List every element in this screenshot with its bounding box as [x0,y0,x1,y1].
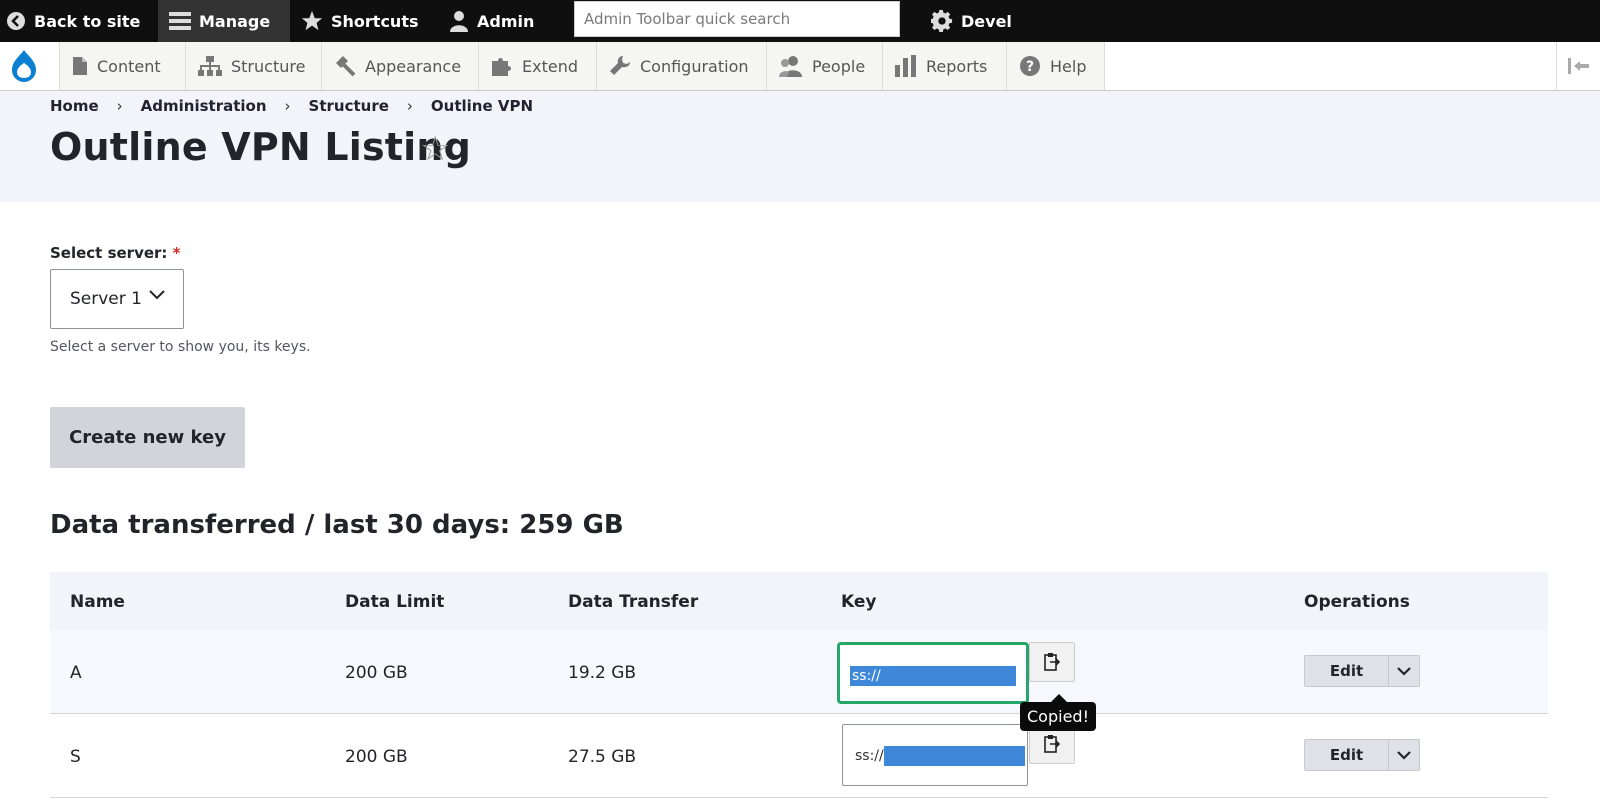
clipboard-icon [1044,653,1060,671]
puzzle-icon [492,58,511,76]
select-server-label-text: Select server: [50,244,168,262]
row-data-limit: 200 GB [345,747,408,767]
breadcrumb-structure[interactable]: Structure [309,97,389,115]
hamburger-icon [169,12,191,30]
svg-text:?: ? [1026,59,1034,75]
tray-item-label: Configuration [640,56,749,76]
row-data-limit: 200 GB [345,663,408,683]
key-field[interactable]: ss:// [842,724,1028,786]
chevron-left-circle-icon [7,12,25,30]
star-icon [301,10,323,31]
row-data-transfer: 27.5 GB [568,747,637,767]
file-icon [73,57,87,75]
tray-item-content[interactable]: Content [59,42,185,90]
key-field-focused[interactable]: ss:// [837,642,1029,704]
user-icon [450,11,468,32]
table-row: S 200 GB 27.5 GB ss:// Edit [50,714,1548,798]
required-marker: * [172,244,181,262]
row-name: S [70,747,81,767]
copy-key-button[interactable] [1029,642,1075,682]
shortcuts-tab[interactable]: Shortcuts [301,0,419,42]
clipboard-icon [1044,735,1060,753]
admin-user-tab[interactable]: Admin [449,0,534,42]
column-header-data-limit: Data Limit [345,592,445,612]
collapse-left-icon [1567,58,1589,74]
wrench-icon [610,56,630,75]
chevron-down-icon [1397,750,1411,760]
column-header-data-transfer: Data Transfer [568,592,699,612]
add-shortcut-star-icon[interactable]: ☆ [420,129,450,169]
key-selection-highlight [884,746,1025,766]
column-header-key: Key [841,592,877,612]
edit-button[interactable]: Edit [1305,656,1389,686]
tray-item-label: Appearance [365,56,462,76]
bar-chart-icon [895,55,916,77]
breadcrumb-separator: › [284,97,291,115]
tray-item-label: Extend [522,56,578,76]
tray-item-configuration[interactable]: Configuration [596,42,766,90]
breadcrumb: Home › Administration › Structure › Outl… [50,97,533,115]
tray-item-label: People [812,56,866,76]
breadcrumb-home[interactable]: Home [50,97,99,115]
devel-label: Devel [961,11,1012,31]
gear-icon [931,10,953,32]
people-icon [779,56,802,77]
row-data-transfer: 19.2 GB [568,663,637,683]
key-text-value: ss:// [855,748,884,764]
breadcrumb-outline-vpn[interactable]: Outline VPN [431,97,533,115]
page-title: Outline VPN Listing [50,125,472,169]
column-header-operations: Operations [1304,592,1410,612]
tray-item-label: Content [97,56,161,76]
tray-item-appearance[interactable]: Appearance [321,42,478,90]
manage-label: Manage [199,11,271,31]
breadcrumb-administration[interactable]: Administration [141,97,267,115]
admin-tray: Content Structure Appearance Extend Conf… [0,42,1600,91]
operations-dropbutton: Edit [1304,655,1420,687]
copied-tooltip: Copied! [1020,694,1096,731]
breadcrumb-separator: › [116,97,123,115]
operations-toggle[interactable] [1389,656,1419,686]
table-header: Name Data Limit Data Transfer Key Operat… [50,572,1548,630]
page-header: Home › Administration › Structure › Outl… [0,91,1600,202]
column-header-name: Name [70,592,125,612]
row-name: A [70,663,82,683]
key-text[interactable]: ss:// [853,746,1025,766]
help-icon: ? [1020,56,1040,76]
chevron-down-icon [1397,666,1411,676]
drupal-logo-icon[interactable] [0,42,47,90]
admin-label: Admin [477,11,535,31]
tray-item-structure[interactable]: Structure [185,42,321,90]
edit-button[interactable]: Edit [1305,740,1389,770]
tray-item-label: Reports [926,56,988,76]
sitemap-icon [198,56,222,76]
tray-item-extend[interactable]: Extend [478,42,596,90]
keys-table: Name Data Limit Data Transfer Key Operat… [50,572,1548,798]
back-to-site-link[interactable]: Back to site [6,0,140,42]
select-server-help: Select a server to show you, its keys. [50,339,311,355]
operations-dropbutton: Edit [1304,739,1420,771]
table-row: A 200 GB 19.2 GB ss:// Copied! Edit [50,630,1548,731]
breadcrumb-separator: › [406,97,413,115]
tray-item-label: Structure [231,56,306,76]
select-server-label: Select server: * [50,244,181,262]
chevron-down-icon [149,290,165,300]
shortcuts-label: Shortcuts [331,11,419,31]
collapse-tray-button[interactable] [1556,42,1600,90]
tray-item-reports[interactable]: Reports [882,42,1006,90]
devel-tab[interactable]: Devel [931,0,1012,42]
key-text-selected[interactable]: ss:// [850,666,1016,686]
admin-toolbar-search-input[interactable] [574,1,900,37]
tray-item-people[interactable]: People [766,42,882,90]
server-select-value: Server 1 [70,289,142,309]
back-to-site-label: Back to site [34,11,141,31]
operations-toggle[interactable] [1389,740,1419,770]
create-new-key-button[interactable]: Create new key [50,407,245,468]
manage-tab[interactable]: Manage [158,0,290,42]
tray-item-label: Help [1050,56,1087,76]
server-select[interactable]: Server 1 [50,269,184,329]
data-transferred-heading: Data transferred / last 30 days: 259 GB [50,510,624,540]
tray-item-help[interactable]: ? Help [1006,42,1105,90]
paintbrush-icon [336,56,356,77]
admin-toolbar: Back to site Manage Shortcuts Admin Deve… [0,0,1600,42]
